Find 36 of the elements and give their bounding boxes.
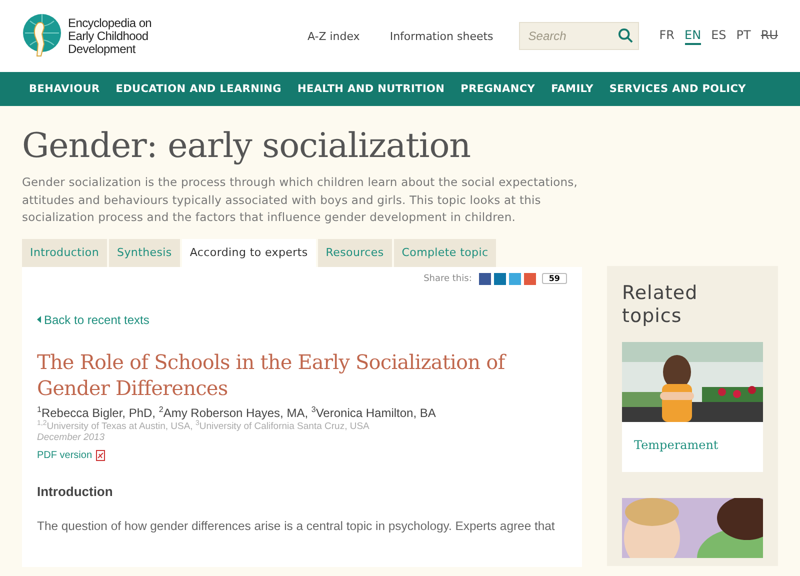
date-text: December 2013 [37,432,106,444]
logo-text: Encyclopedia on Early Childhood Development [68,16,153,56]
nav-link[interactable]: FAMILY [551,83,594,95]
sidebar-title: Related topics [622,282,699,328]
affiliations-text: $^{1,2}$University of Texas at Austin, USA, $^{3}$University of California Santa Cruz, USA [37,421,370,432]
search-icon[interactable] [618,28,634,43]
nav-link[interactable]: HEALTH AND NUTRITION [297,83,445,95]
header-link[interactable]: A-Z index [307,30,360,42]
paragraph-text: The question of how gender differences arise is a central topic in psychology. Experts agree that [37,519,556,534]
authors-text: $^{1}$Rebecca Bigler, PhD, $^{2}$Amy Roberson Hayes, MA, $^{3}$Veronica Hamilton, BA [37,406,436,420]
globe-child-logo-icon [22,13,62,59]
pdf-icon [96,450,106,462]
tab[interactable]: Resources [318,238,392,266]
share-count: 59 [542,273,567,284]
language-link[interactable]: EN [684,28,702,44]
pdf-link[interactable]: PDF version [37,450,106,462]
back-link[interactable]: Back to recent texts [37,312,150,326]
article-title: The Role of Schools in the Early Socialization of Gender Differences [37,349,508,401]
page-title: Gender: early socialization [22,126,472,166]
header-link[interactable]: Information sheets [390,30,494,42]
search-field[interactable]: Search [519,22,640,50]
tab[interactable]: Complete topic [394,238,496,266]
section-heading: Introduction [37,484,114,500]
share-label: Share this: [424,274,472,284]
language-link[interactable]: ES [711,28,726,44]
nav-link[interactable]: BEHAVIOUR [29,83,100,95]
tab[interactable]: According to experts [182,238,316,266]
language-link[interactable]: FR [659,28,675,44]
nav-link[interactable]: EDUCATION AND LEARNING [116,83,282,95]
nav-link[interactable]: PREGNANCY [460,83,536,95]
intro-text: Gender socialization is the process through which children learn about the social expectations, attitudes and behaviours typically associated with boys and girls. This topic looks at this socialization process and the factors that influence gender development in children. [22,174,578,226]
tab[interactable]: Synthesis [109,238,180,266]
caret-icon [37,316,41,323]
language-link[interactable]: PT [736,28,751,44]
nav-link[interactable]: SERVICES AND POLICY [609,83,746,95]
tab[interactable]: Introduction [22,238,108,266]
